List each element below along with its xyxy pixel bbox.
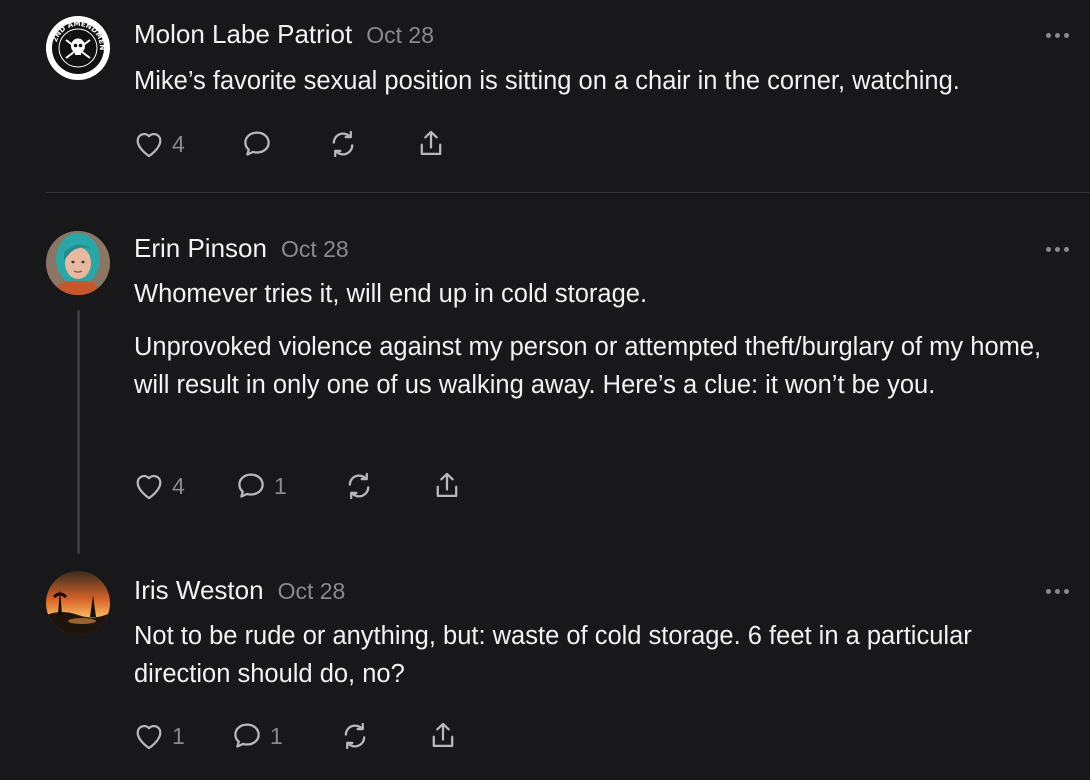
more-dots-icon[interactable] [1046, 587, 1070, 595]
post-date[interactable]: Oct 28 [366, 22, 434, 48]
share-upload-icon [436, 472, 458, 498]
reply-count: 1 [274, 472, 287, 499]
comment-bubble-icon [238, 473, 264, 498]
more-dots-icon[interactable] [1046, 31, 1070, 39]
action-bar: 4 [132, 124, 462, 164]
thread-line [77, 310, 80, 554]
post-iris-weston: Iris Weston Oct 28 Not to be rude or anyt… [0, 553, 1090, 780]
profile-photo-icon [46, 231, 110, 295]
post-date[interactable]: Oct 28 [278, 578, 346, 604]
avatar[interactable] [46, 231, 110, 295]
action-bar: 4 1 [132, 466, 472, 506]
sunset-landscape-icon [46, 571, 110, 635]
post-paragraph: Mike’s favorite sexual position is sitti… [134, 67, 960, 95]
author-name[interactable]: Erin Pinson [134, 233, 267, 263]
like-count: 1 [172, 722, 185, 749]
repost-button[interactable] [342, 466, 376, 506]
avatar[interactable] [46, 571, 110, 635]
reply-count: 1 [270, 722, 283, 749]
share-button[interactable] [426, 716, 460, 756]
heart-icon [136, 474, 162, 500]
repost-icon [348, 472, 370, 500]
heart-icon [136, 132, 162, 158]
like-count: 4 [172, 130, 185, 157]
author-name[interactable]: Molon Labe Patriot [134, 19, 352, 49]
post-text: Not to be rude or anything, but: waste o… [134, 617, 1074, 693]
author-line: Molon Labe Patriot Oct 28 [134, 19, 434, 50]
comment-bubble-icon [234, 723, 260, 748]
reply-button[interactable]: 1 [234, 466, 287, 506]
post-paragraph: Whomever tries it, will end up in cold s… [134, 280, 648, 308]
share-button[interactable] [430, 466, 464, 506]
action-bar: 1 1 [132, 716, 472, 756]
repost-button[interactable] [338, 716, 372, 756]
share-upload-icon [420, 130, 442, 156]
post-erin-pinson: Erin Pinson Oct 28 Whomever tries it, wil… [0, 193, 1090, 554]
share-upload-icon [432, 722, 454, 748]
like-button[interactable]: 4 [132, 466, 185, 506]
share-button[interactable] [414, 124, 448, 164]
post-date[interactable]: Oct 28 [281, 236, 349, 262]
like-count: 4 [172, 472, 185, 499]
avatar[interactable]: 2ND AMENDMENT [46, 16, 110, 80]
reply-button[interactable]: 1 [230, 716, 283, 756]
like-button[interactable]: 1 [132, 716, 185, 756]
like-button[interactable]: 4 [132, 124, 185, 164]
repost-icon [332, 130, 354, 158]
post-paragraph: Unprovoked violence against my person or… [134, 333, 1042, 399]
post-paragraph: Not to be rude or anything, but: waste o… [134, 622, 972, 688]
reply-button[interactable] [240, 124, 274, 164]
author-line: Erin Pinson Oct 28 [134, 233, 349, 264]
post-molon-labe-patriot: 2ND AMENDMENT Molon Labe Patriot Oct 28 M… [0, 0, 1090, 192]
post-text: Whomever tries it, will end up in cold s… [134, 275, 1074, 404]
more-dots-icon[interactable] [1046, 245, 1070, 253]
post-text: Mike’s favorite sexual position is sitti… [134, 62, 1074, 100]
author-name[interactable]: Iris Weston [134, 575, 264, 605]
2nd-amendment-logo-icon: 2ND AMENDMENT [46, 16, 109, 79]
repost-icon [344, 722, 366, 750]
comment-bubble-icon [244, 131, 270, 156]
heart-icon [136, 724, 162, 750]
author-line: Iris Weston Oct 28 [134, 575, 345, 606]
repost-button[interactable] [326, 124, 360, 164]
